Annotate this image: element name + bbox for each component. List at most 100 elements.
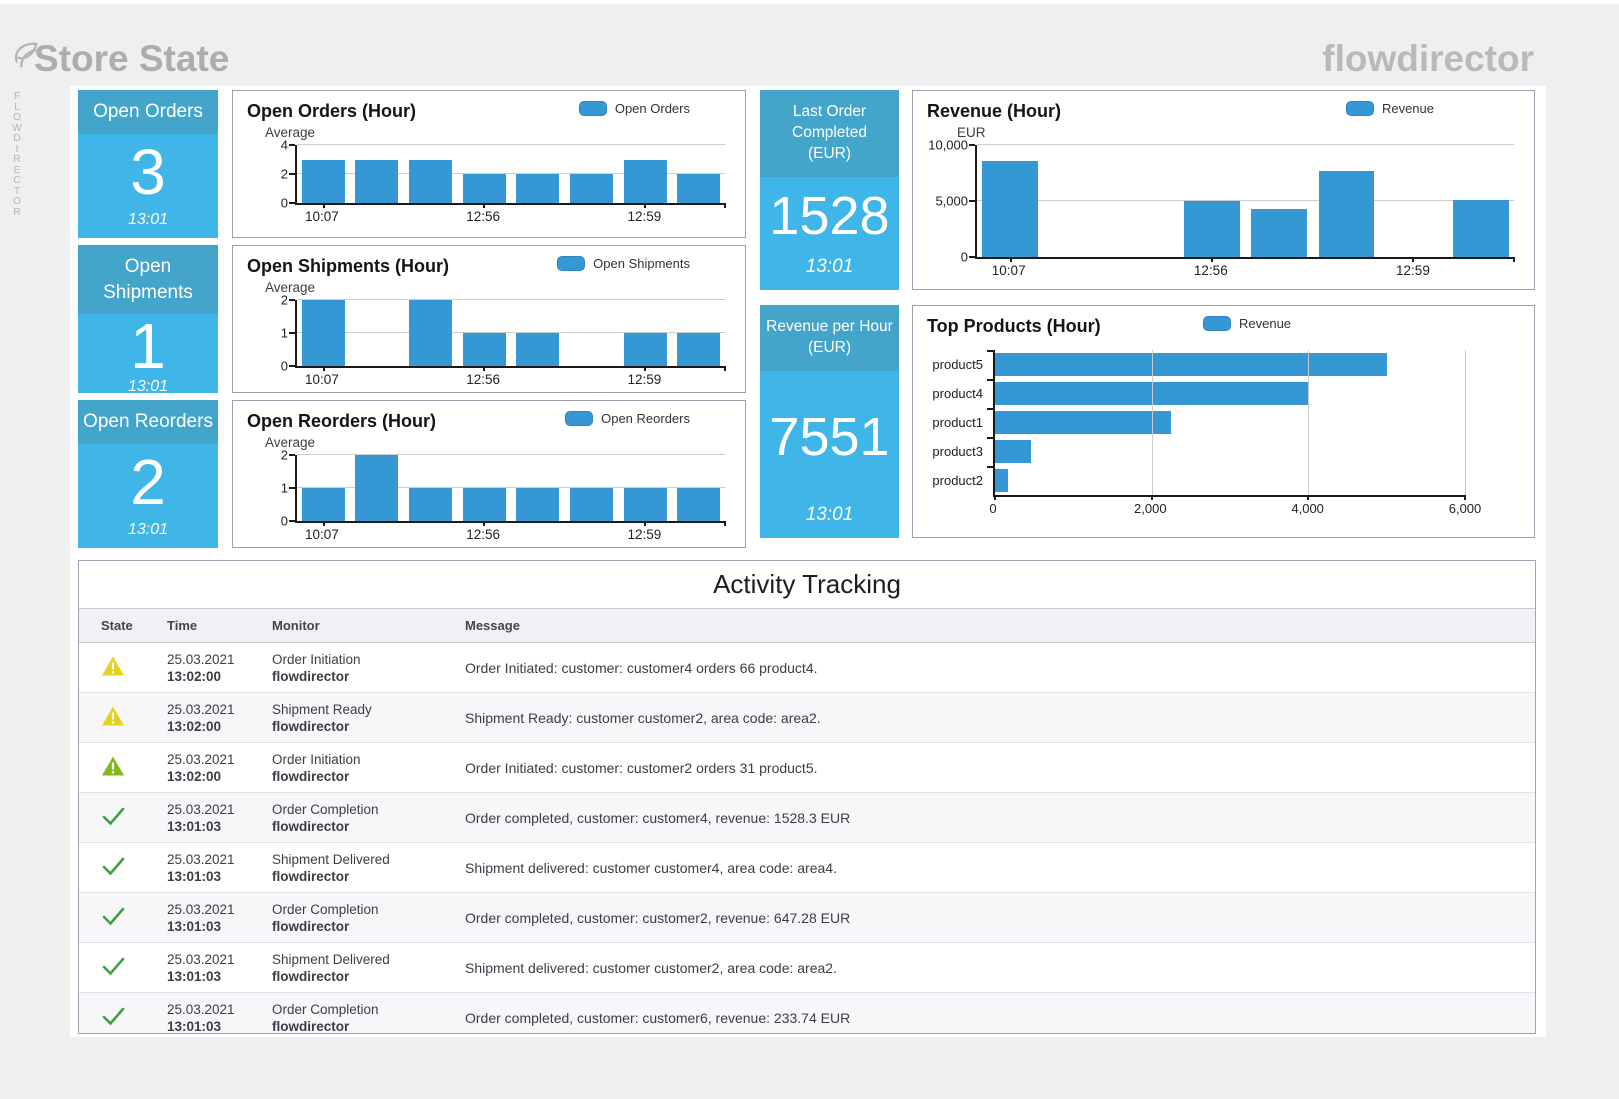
check-icon (101, 856, 126, 876)
x-axis-labels: 10:0712:5612:59 (295, 205, 725, 223)
monitor-name: Order Initiation (272, 652, 445, 667)
kpi-value: 1 (78, 314, 218, 378)
monitor-agent: flowdirector (272, 869, 445, 884)
message-cell: Order completed, customer: customer6, re… (455, 993, 1535, 1035)
legend-swatch (1203, 316, 1231, 331)
table-row[interactable]: 25.03.202113:01:03 Shipment Delivered flow… (79, 843, 1535, 893)
vertical-brand-text: F L O W D I R E C T O R (9, 92, 25, 218)
event-date: 25.03.2021 (167, 752, 252, 767)
x-axis-labels: 10:0712:5612:59 (295, 523, 725, 541)
y-tick (987, 408, 993, 410)
monitor-agent: flowdirector (272, 1019, 445, 1034)
gridline (1152, 350, 1153, 495)
category-label: product3 (927, 437, 993, 466)
x-axis-labels: 10:0712:5612:59 (295, 368, 725, 386)
bar (624, 333, 667, 366)
table-row[interactable]: 25.03.202113:01:03 Order Completion flowdi… (79, 993, 1535, 1035)
bar-slot (675, 455, 722, 521)
bar-slot (1182, 145, 1242, 257)
message-cell: Order completed, customer: customer2, re… (455, 893, 1535, 943)
chart-legend[interactable]: Revenue (1346, 101, 1434, 116)
bar-row (995, 350, 1465, 379)
bar (302, 160, 345, 204)
bar (1453, 200, 1508, 257)
kpi-tile-open-reorders: Open Reorders 2 13:01 (78, 400, 218, 548)
x-tick-label: 12:59 (627, 209, 661, 224)
monitor-name: Order Initiation (272, 752, 445, 767)
monitor-cell: Order Completionflowdirector (262, 893, 455, 943)
bar-slots (297, 455, 725, 521)
kpi-timestamp: 13:01 (760, 504, 899, 538)
plot: 024 (295, 145, 725, 205)
monitor-name: Order Completion (272, 802, 445, 817)
kpi-title: Last Order Completed (EUR) (760, 90, 899, 177)
y-tick (289, 520, 295, 522)
bar-chart-revenue: 05,00010,00010:0712:5612:59 (927, 145, 1520, 277)
state-cell (79, 993, 157, 1035)
table-row[interactable]: 25.03.202113:02:00Shipment Readyflowdire… (79, 693, 1535, 743)
bar (463, 174, 506, 203)
y-tick (969, 256, 975, 258)
table-row[interactable]: 25.03.202113:01:03Order Completionflowdi… (79, 793, 1535, 843)
bar-chart-open-orders: 02410:0712:5612:59 (247, 145, 731, 223)
x-tick-label: 12:56 (1194, 263, 1228, 278)
bar-slot (622, 455, 669, 521)
table-row[interactable]: 25.03.202113:01:03Shipment Deliveredflow… (79, 943, 1535, 993)
bar-slot (515, 300, 562, 366)
y-tick-label: 4 (281, 138, 288, 153)
y-tick (289, 487, 295, 489)
brand-wordmark: flowdirector (1322, 38, 1534, 80)
bar-slot (354, 300, 401, 366)
bar-slot (622, 145, 669, 203)
bar-slot (461, 300, 508, 366)
y-tick-label: 1 (281, 481, 288, 496)
monitor-agent: flowdirector (272, 769, 445, 784)
table-row[interactable]: 25.03.202113:02:00Order Initiationflowdi… (79, 643, 1535, 693)
legend-label: Revenue (1382, 101, 1434, 116)
y-tick (289, 365, 295, 367)
bar (624, 160, 667, 204)
state-cell (79, 693, 157, 743)
time-cell: 25.03.202113:01:03 (157, 993, 262, 1035)
time-cell: 25.03.202113:01:03 (157, 843, 262, 893)
message-cell: Order completed, customer: customer4, re… (455, 793, 1535, 843)
chart-legend[interactable]: Open Reorders (565, 411, 690, 426)
category-labels: product5product4product1product3product2 (927, 350, 993, 497)
bar-slot (300, 455, 347, 521)
activity-table-body: 25.03.2021 13:02:00 Order Initiation flowdi… (79, 643, 1535, 1035)
bar-slot (461, 145, 508, 203)
kpi-tile-revenue-per-hour: Revenue per Hour (EUR) 7551 13:01 (760, 305, 899, 538)
message-cell: Order Initiated: customer: customer2 ord… (455, 743, 1535, 793)
category-label: product1 (927, 408, 993, 437)
y-tick (289, 144, 295, 146)
bar (677, 488, 720, 521)
chart-legend[interactable]: Open Orders (579, 101, 690, 116)
check-icon (101, 906, 126, 926)
monitor-name: Order Completion (272, 1002, 445, 1017)
kpi-title: Open Reorders (78, 400, 218, 444)
chart-legend[interactable]: Open Shipments (557, 256, 690, 271)
legend-swatch (565, 411, 593, 426)
monitor-cell: Order Completion flowdirector (262, 993, 455, 1035)
kpi-timestamp: 13:01 (78, 211, 218, 238)
bar-slot (407, 455, 454, 521)
table-row[interactable]: 25.03.202113:01:03Order Completionflowdi… (79, 893, 1535, 943)
monitor-name: Shipment Delivered (272, 852, 445, 867)
monitor-agent: flowdirector (272, 719, 445, 734)
kpi-value: 2 (78, 444, 218, 521)
kpi-title: Open Orders (78, 90, 218, 134)
y-tick (289, 299, 295, 301)
chart-plot-area: product5product4product1product3product2 (927, 350, 1465, 497)
chart-legend[interactable]: Revenue (1203, 316, 1291, 331)
monitor-cell: Order Initiation flowdirector (262, 743, 455, 793)
event-time: 13:02:00 (167, 719, 252, 734)
chart-panel-open-reorders-hour: Open Reorders (Hour) Open Reorders Avera… (232, 400, 746, 548)
table-row[interactable]: 25.03.2021 13:02:00 Order Initiation flowdi… (79, 743, 1535, 793)
y-tick (987, 437, 993, 439)
bar (409, 488, 452, 521)
event-time: 13:02:00 (167, 769, 252, 784)
gridline (1465, 350, 1466, 495)
y-axis-label: Average (265, 280, 731, 296)
y-tick (987, 350, 993, 352)
state-cell (79, 643, 157, 693)
